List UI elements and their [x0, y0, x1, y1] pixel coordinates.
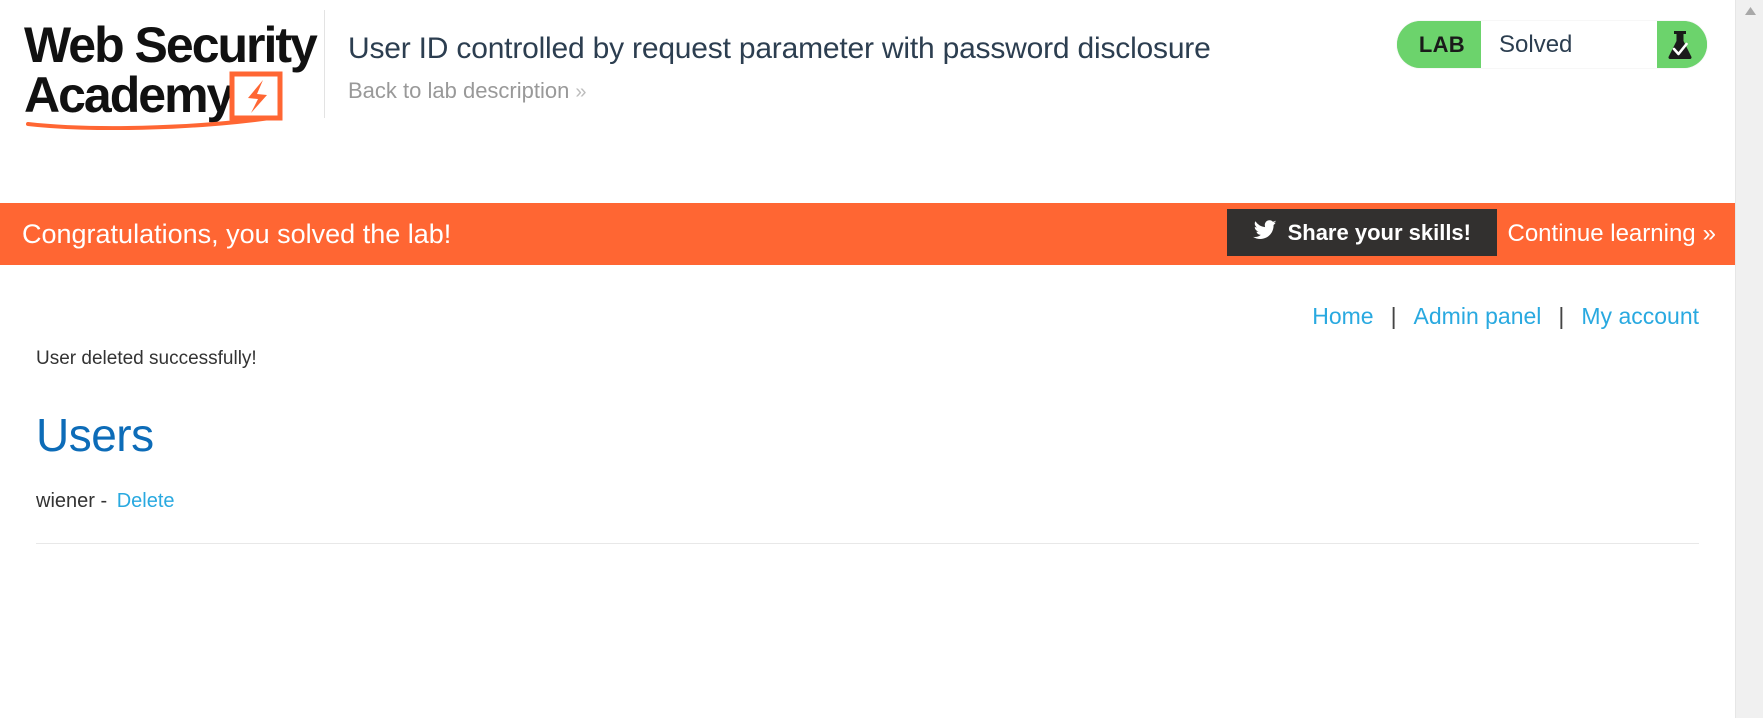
nav-separator: |: [1390, 303, 1397, 329]
logo-icon: Web Security Academy: [24, 17, 320, 130]
delete-user-link[interactable]: Delete: [117, 490, 175, 512]
main-navigation: Home | Admin panel | My account: [36, 265, 1699, 330]
svg-text:Academy: Academy: [24, 67, 235, 123]
web-security-academy-logo[interactable]: Web Security Academy: [20, 12, 320, 130]
lab-status-widget: LAB Solved: [1396, 21, 1707, 68]
share-your-skills-button[interactable]: Share your skills!: [1226, 209, 1497, 256]
chevron-right-icon: »: [1702, 220, 1716, 247]
scroll-up-arrow-icon[interactable]: [1736, 0, 1763, 22]
twitter-bird-icon: [1252, 219, 1277, 246]
share-button-label: Share your skills!: [1287, 219, 1471, 245]
lab-solved-banner: Congratulations, you solved the lab! Sha…: [0, 203, 1735, 265]
banner-message: Congratulations, you solved the lab!: [22, 218, 452, 249]
lab-tag-label: LAB: [1396, 21, 1481, 68]
content-divider: [36, 543, 1699, 544]
back-to-lab-description-link[interactable]: Back to lab description»: [348, 78, 587, 104]
nav-link-admin-panel[interactable]: Admin panel: [1414, 303, 1542, 330]
browser-page: Web Security Academy User ID controlled …: [0, 0, 1763, 718]
lab-application-body: Home | Admin panel | My account User del…: [0, 265, 1735, 718]
continue-learning-label: Continue learning: [1507, 220, 1696, 247]
user-name: wiener: [36, 490, 95, 512]
user-row-dash: -: [100, 490, 108, 512]
academy-header: Web Security Academy User ID controlled …: [0, 0, 1735, 203]
nav-link-home[interactable]: Home: [1312, 303, 1373, 330]
back-link-label: Back to lab description: [348, 78, 570, 103]
lab-status-badge: Solved: [1481, 21, 1657, 68]
continue-learning-link[interactable]: Continue learning»: [1507, 220, 1717, 248]
header-divider: [324, 10, 325, 118]
chevron-right-icon: »: [575, 81, 586, 103]
nav-separator: |: [1558, 303, 1565, 329]
page-title: User ID controlled by request parameter …: [348, 32, 1211, 66]
users-heading: Users: [36, 409, 154, 461]
vertical-scrollbar[interactable]: [1735, 0, 1763, 718]
flask-check-icon: [1657, 21, 1707, 68]
status-message: User deleted successfully!: [36, 348, 257, 369]
user-list-item: wiener - Delete: [36, 490, 1699, 513]
svg-text:Web Security: Web Security: [24, 17, 318, 73]
nav-link-my-account[interactable]: My account: [1581, 303, 1699, 330]
page-viewport: Web Security Academy User ID controlled …: [0, 0, 1735, 718]
